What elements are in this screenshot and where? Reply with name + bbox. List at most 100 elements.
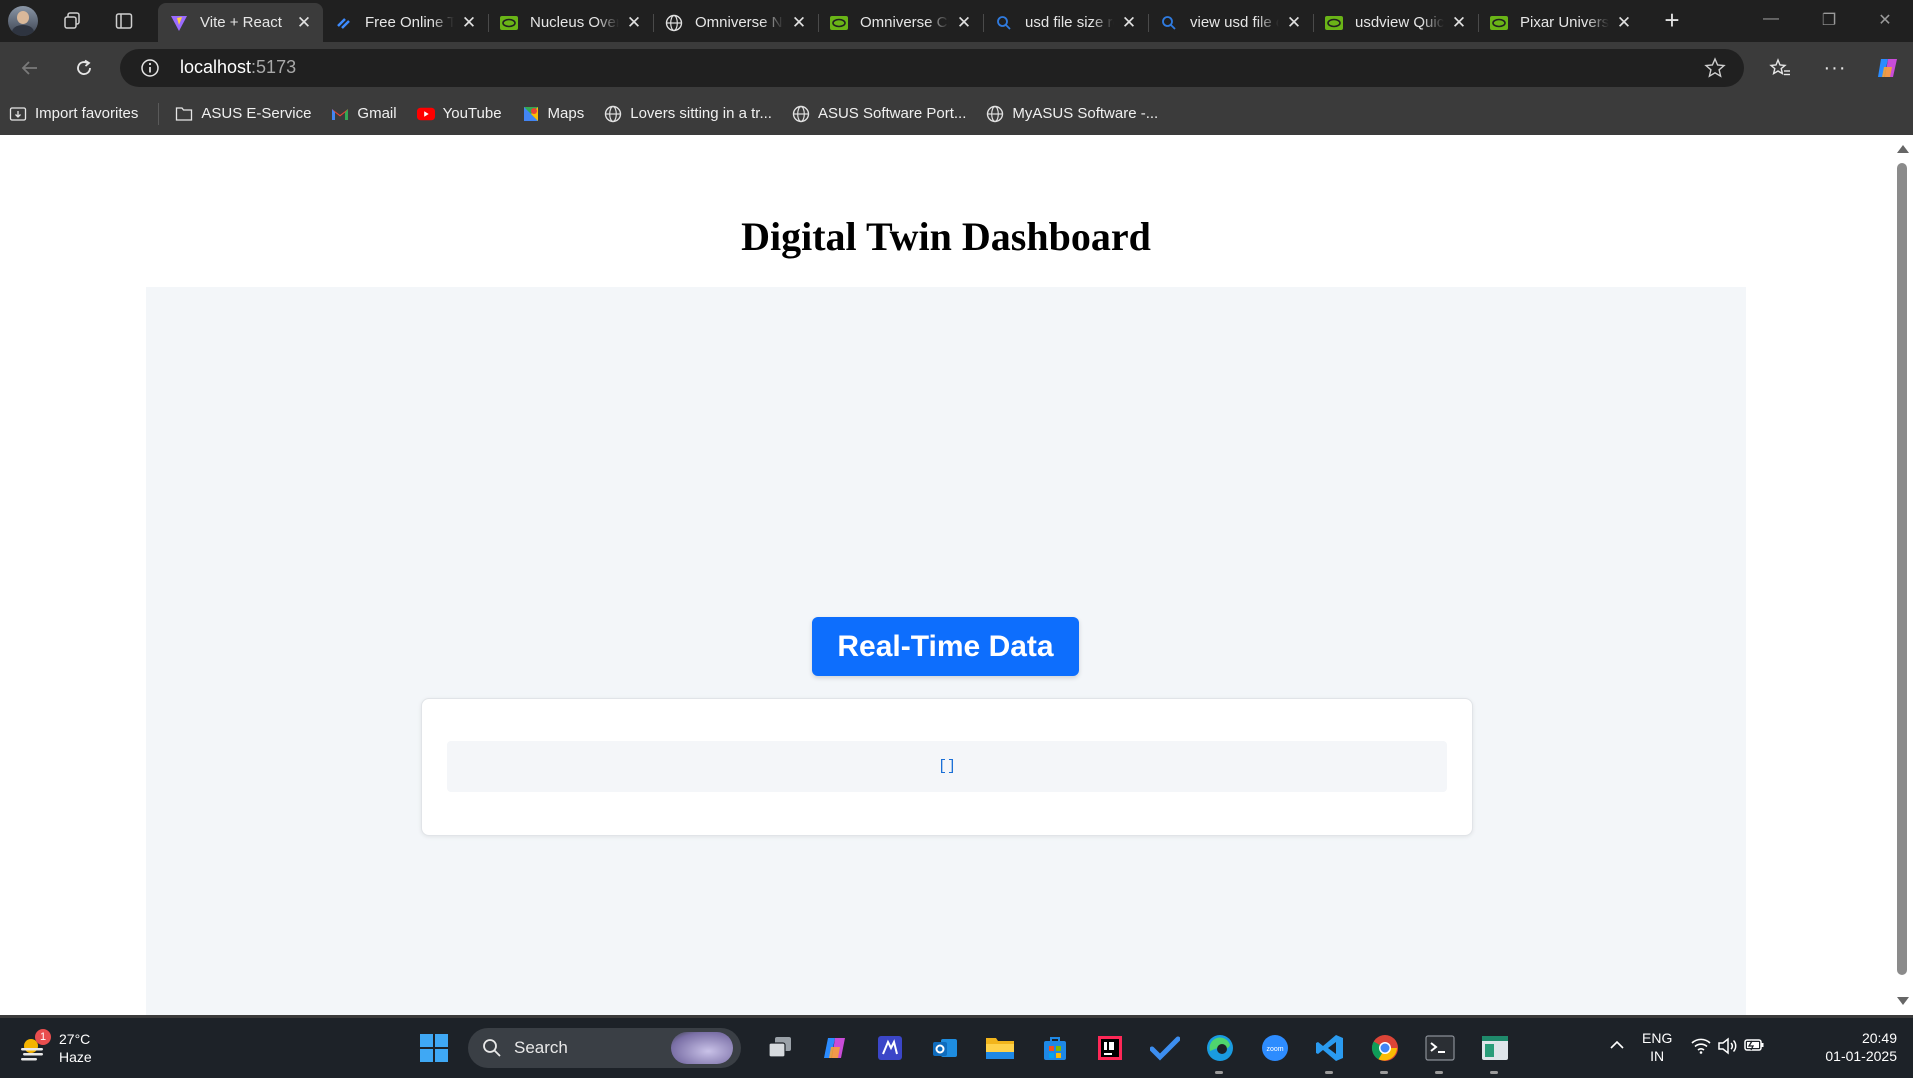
weather-widget[interactable]: 1 27°C Haze (18, 1029, 92, 1066)
copilot-icon[interactable] (1872, 52, 1904, 84)
close-icon[interactable]: ✕ (1120, 13, 1138, 32)
tab-omniverse-client[interactable]: Omniverse Client ✕ (818, 3, 983, 42)
weather-condition: Haze (59, 1049, 92, 1065)
bookmark-asus-software-portal[interactable]: ASUS Software Port... (792, 105, 966, 123)
bookmark-asus-eservice[interactable]: ASUS E-Service (175, 105, 311, 123)
close-icon[interactable]: ✕ (625, 13, 643, 32)
minimize-button[interactable]: — (1748, 10, 1794, 32)
youtube-icon (416, 105, 435, 123)
close-icon[interactable]: ✕ (955, 13, 973, 32)
clock-time: 20:49 (1861, 1030, 1897, 1046)
bookmarks-bar: Import favorites ASUS E-Service Gmail Yo… (0, 92, 1913, 135)
url-text: localhost:5173 (180, 57, 296, 78)
close-icon[interactable]: ✕ (295, 13, 313, 32)
bookmark-import-favorites[interactable]: Import favorites (9, 105, 138, 123)
tab-title: usd file size reduce (1025, 14, 1114, 31)
vertical-scrollbar[interactable] (1892, 135, 1913, 1015)
refresh-button[interactable] (68, 52, 100, 84)
bookmark-gmail[interactable]: Gmail (331, 105, 397, 123)
chrome-icon[interactable] (1364, 1027, 1406, 1074)
close-window-button[interactable]: ✕ (1862, 10, 1908, 32)
bookmark-label: ASUS Software Port... (817, 105, 967, 122)
start-icon[interactable] (413, 1027, 455, 1069)
tab-usdview-quickstart[interactable]: usdview Quickstart ✕ (1313, 3, 1478, 42)
clock[interactable]: 20:49 01-01-2025 (1825, 1029, 1897, 1065)
zoom-icon[interactable]: zoom (1254, 1027, 1296, 1069)
visual-studio-icon[interactable] (869, 1027, 911, 1069)
real-time-data-button[interactable]: Real-Time Data (812, 617, 1079, 676)
close-icon[interactable]: ✕ (1285, 13, 1303, 32)
weather-temp: 27°C (59, 1031, 91, 1047)
tab-vite-react[interactable]: Vite + React ✕ (158, 3, 323, 42)
tab-nucleus-overview[interactable]: Nucleus Overview ✕ (488, 3, 653, 42)
svg-text:zoom: zoom (1266, 1046, 1283, 1053)
address-bar[interactable]: localhost:5173 (120, 49, 1744, 87)
wifi-icon[interactable] (1691, 1038, 1711, 1057)
maps-icon (522, 105, 540, 123)
close-icon[interactable]: ✕ (460, 13, 478, 32)
browser-toolbar: localhost:5173 ··· (0, 42, 1913, 92)
tab-omniverse-nucleus[interactable]: Omniverse Nucleus ✕ (653, 3, 818, 42)
bookmark-lovers-sitting[interactable]: Lovers sitting in a tr... (604, 105, 772, 123)
site-info-icon[interactable] (140, 58, 160, 83)
scroll-down-icon[interactable] (1897, 997, 1909, 1005)
tab-free-online-tools[interactable]: Free Online Tools ✕ (323, 3, 488, 42)
bookmark-youtube[interactable]: YouTube (416, 105, 502, 123)
battery-charging-icon[interactable] (1743, 1037, 1765, 1056)
copilot-app-icon[interactable] (814, 1027, 856, 1069)
search-label: Search (514, 1038, 568, 1057)
favorites-icon[interactable] (1764, 52, 1796, 84)
url-host: localhost (180, 57, 252, 77)
tab-title: view usd file online (1190, 14, 1279, 31)
close-icon[interactable]: ✕ (1450, 13, 1468, 32)
vertical-tabs-icon[interactable] (111, 9, 137, 33)
nvidia-icon (1490, 14, 1508, 32)
bookmark-maps[interactable]: Maps (522, 105, 585, 123)
bookmark-label: ASUS E-Service (201, 105, 312, 122)
scrollbar-thumb[interactable] (1897, 163, 1907, 975)
more-options-icon[interactable]: ··· (1819, 52, 1851, 84)
tab-view-usd-file[interactable]: view usd file online ✕ (1148, 3, 1313, 42)
page-title: Digital Twin Dashboard (741, 214, 1151, 259)
haze-icon: 1 (18, 1029, 51, 1064)
vscode-icon[interactable] (1309, 1027, 1351, 1074)
show-hidden-icons[interactable] (1609, 1037, 1625, 1053)
volume-icon[interactable] (1717, 1037, 1737, 1058)
terminal-icon[interactable] (1419, 1027, 1461, 1074)
globe-icon (604, 105, 622, 123)
tab-usd-file-size[interactable]: usd file size reduce ✕ (983, 3, 1148, 42)
search-highlight-image (671, 1032, 733, 1064)
back-button[interactable] (14, 52, 46, 84)
favorite-star-icon[interactable] (1704, 57, 1726, 84)
file-explorer-icon[interactable] (979, 1027, 1021, 1069)
nvidia-icon (1325, 14, 1343, 32)
running-indicator (1490, 1071, 1498, 1074)
bookmark-label: Gmail (357, 105, 397, 122)
tab-strip: Vite + React ✕ Free Online Tools ✕ Nucle… (0, 0, 1913, 42)
tab-title: Omniverse Nucleus (695, 14, 784, 31)
folder-icon (175, 105, 193, 123)
scroll-up-icon[interactable] (1897, 145, 1909, 153)
language-indicator[interactable]: ENG IN (1642, 1029, 1672, 1065)
tab-pixar-universal[interactable]: Pixar Universal Scene ✕ (1478, 3, 1643, 42)
workspaces-icon[interactable] (59, 9, 85, 33)
profile-avatar[interactable] (8, 6, 38, 36)
intellij-icon[interactable] (1089, 1027, 1131, 1069)
new-tab-button[interactable]: + (1658, 7, 1686, 34)
todo-icon[interactable] (1144, 1027, 1186, 1069)
edge-icon[interactable] (1199, 1027, 1241, 1074)
outlook-icon[interactable] (924, 1027, 966, 1069)
bookmark-myasus-software[interactable]: MyASUS Software -... (986, 105, 1158, 123)
tool-icon (335, 14, 353, 32)
taskbar: 1 27°C Haze Search zoom ENG IN 20:49 01-… (0, 1018, 1913, 1078)
restore-button[interactable]: ❐ (1806, 10, 1852, 32)
bookmark-label: Maps (547, 105, 585, 122)
store-icon[interactable] (1034, 1027, 1076, 1069)
close-icon[interactable]: ✕ (1615, 13, 1633, 32)
task-view-icon[interactable] (759, 1027, 801, 1069)
taskbar-search[interactable]: Search (468, 1028, 741, 1068)
url-port: :5173 (251, 57, 297, 77)
close-icon[interactable]: ✕ (790, 13, 808, 32)
taskbar-apps: Search zoom (413, 1027, 1529, 1074)
app-icon[interactable] (1474, 1027, 1516, 1074)
